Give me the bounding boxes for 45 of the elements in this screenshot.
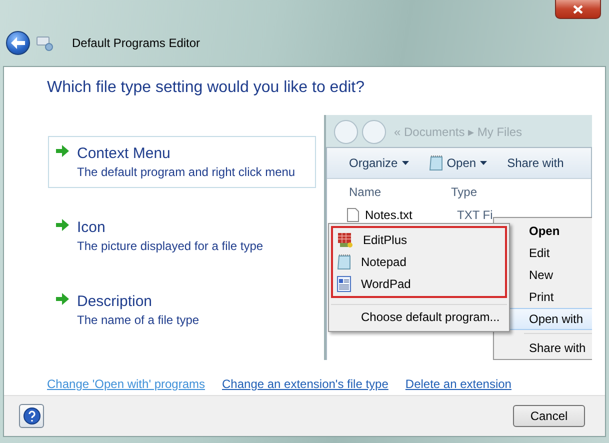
document-icon: [337, 276, 351, 292]
setting-option[interactable]: Description The name of a file type: [48, 284, 316, 336]
column-header: Name: [349, 185, 382, 199]
forward-nav-icon: [362, 120, 386, 144]
setting-option[interactable]: Context Menu The default program and right click menu: [48, 136, 316, 188]
menu-item[interactable]: Choose default program...: [331, 304, 507, 329]
option-description: The picture displayed for a file type: [77, 239, 264, 253]
arrow-icon: [55, 219, 69, 231]
close-icon: [573, 4, 583, 14]
window-title: Default Programs Editor: [72, 36, 200, 50]
option-title: Context Menu: [77, 145, 172, 162]
toolbar-button[interactable]: Open: [428, 155, 488, 171]
notepad-icon: [337, 254, 351, 270]
menu-item[interactable]: Share with: [494, 337, 592, 359]
setting-option[interactable]: Icon The picture displayed for a file type: [48, 210, 316, 262]
caret-icon: [480, 161, 488, 165]
back-arrow-icon: [11, 37, 25, 49]
file-type: TXT Fi: [457, 208, 493, 222]
grid-app-icon: [337, 232, 353, 248]
notepad-icon: [428, 155, 443, 171]
option-description: The default program and right click menu: [77, 165, 296, 179]
arrow-icon: [55, 145, 69, 157]
program-item[interactable]: Notepad: [333, 251, 505, 273]
arrow-icon: [55, 293, 69, 305]
back-nav-icon: [334, 120, 358, 144]
toolbar-button[interactable]: Share with: [507, 156, 564, 170]
help-icon: [22, 407, 40, 425]
cancel-button[interactable]: Cancel: [513, 405, 585, 427]
page-heading: Which file type setting would you like to edit?: [46, 78, 366, 98]
close-button[interactable]: [555, 0, 601, 19]
option-title: Description: [77, 293, 154, 310]
column-header: Type: [451, 185, 478, 199]
option-description: The name of a file type: [77, 313, 200, 327]
help-button[interactable]: [19, 404, 44, 428]
toolbar-button[interactable]: Organize: [349, 156, 409, 170]
program-item[interactable]: EditPlus: [333, 229, 505, 251]
address-path: « Documents ▸ My Files: [394, 125, 522, 139]
option-title: Icon: [77, 219, 106, 236]
caret-icon: [402, 161, 409, 165]
link[interactable]: Change an extension's file type: [222, 377, 388, 395]
program-item[interactable]: WordPad: [333, 273, 505, 295]
back-button[interactable]: [6, 31, 30, 55]
file-name: Notes.txt: [365, 208, 414, 222]
file-icon: [347, 208, 359, 222]
link[interactable]: Delete an extension: [405, 377, 512, 395]
